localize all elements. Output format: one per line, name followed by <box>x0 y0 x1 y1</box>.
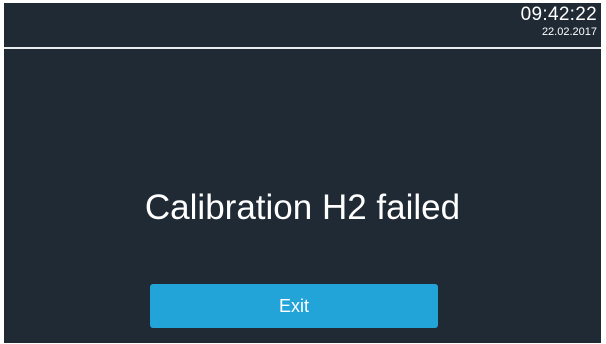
clock: 09:42:22 22.02.2017 <box>521 5 597 38</box>
calibration-status-message: Calibration H2 failed <box>144 188 461 227</box>
status-header: 09:42:22 22.02.2017 <box>4 3 601 47</box>
device-screen: 09:42:22 22.02.2017 Calibration H2 faile… <box>4 3 601 343</box>
exit-button[interactable]: Exit <box>150 284 438 328</box>
clock-time: 09:42:22 <box>520 4 597 25</box>
clock-date: 22.02.2017 <box>541 26 597 38</box>
header-divider <box>4 47 601 49</box>
